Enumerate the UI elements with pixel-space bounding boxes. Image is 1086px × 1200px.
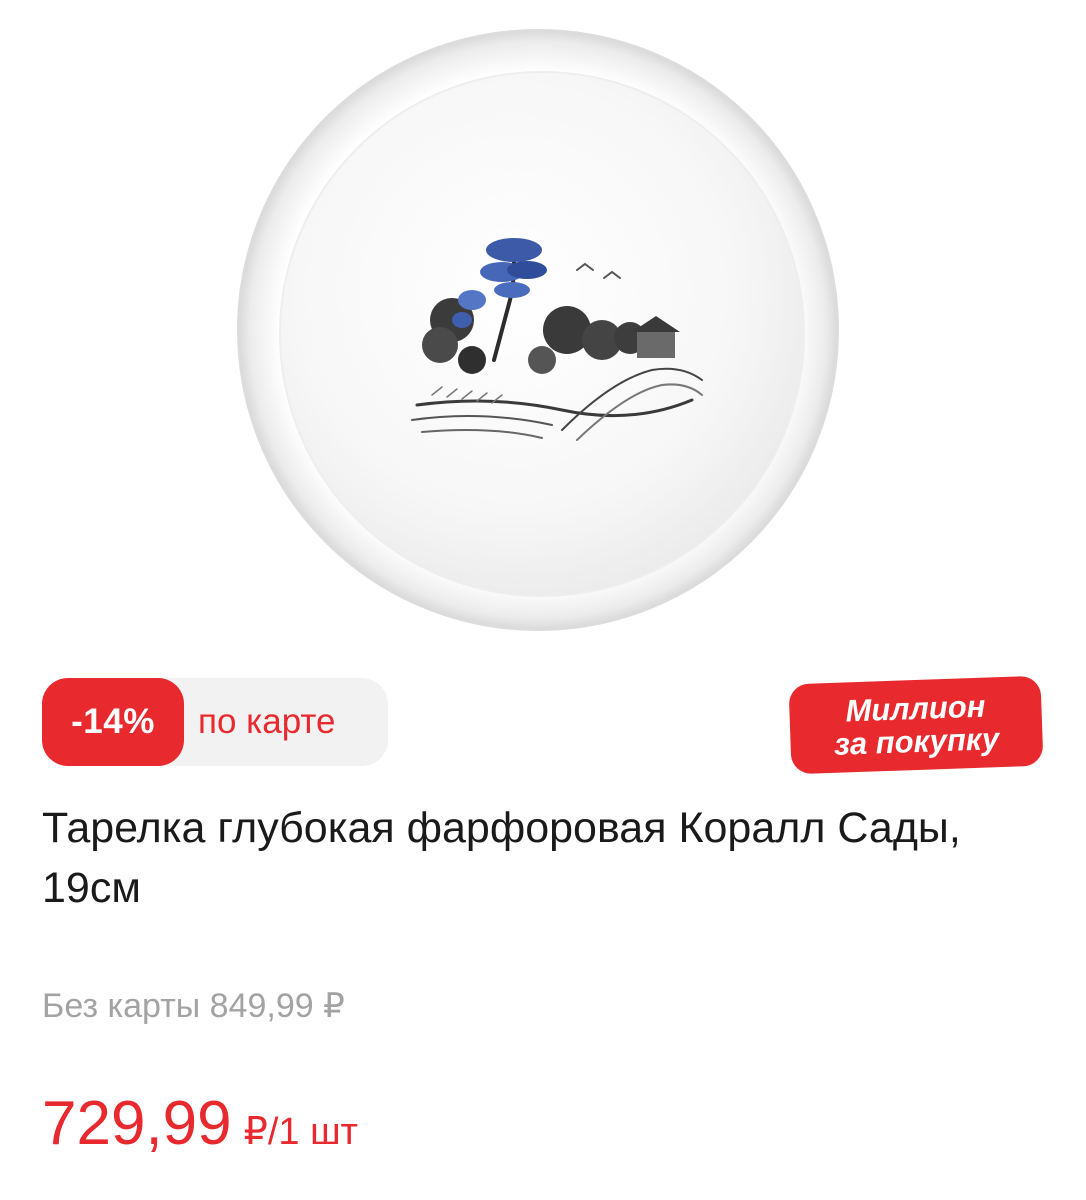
card-discount-pill: -14% по карте [42, 678, 388, 766]
product-card: -14% по карте Миллион за покупку Тарелка… [0, 0, 1086, 1200]
price-without-card: Без карты 849,99 ₽ [42, 987, 345, 1025]
product-title[interactable]: Тарелка глубокая фарфоровая Коралл Сады,… [42, 798, 1052, 918]
promo-badge[interactable]: Миллион за покупку [788, 675, 1044, 775]
card-price: 729,99 ₽/1 шт [42, 1088, 358, 1159]
promo-badge-line2: за покупку [833, 721, 1000, 762]
card-price-unit: ₽/1 шт [243, 1111, 358, 1153]
discount-label: по карте [198, 702, 336, 741]
discount-percent-badge: -14% [42, 678, 184, 766]
card-price-amount: 729,99 [42, 1089, 232, 1158]
product-image[interactable] [232, 0, 852, 640]
plate-illustration [237, 29, 839, 631]
